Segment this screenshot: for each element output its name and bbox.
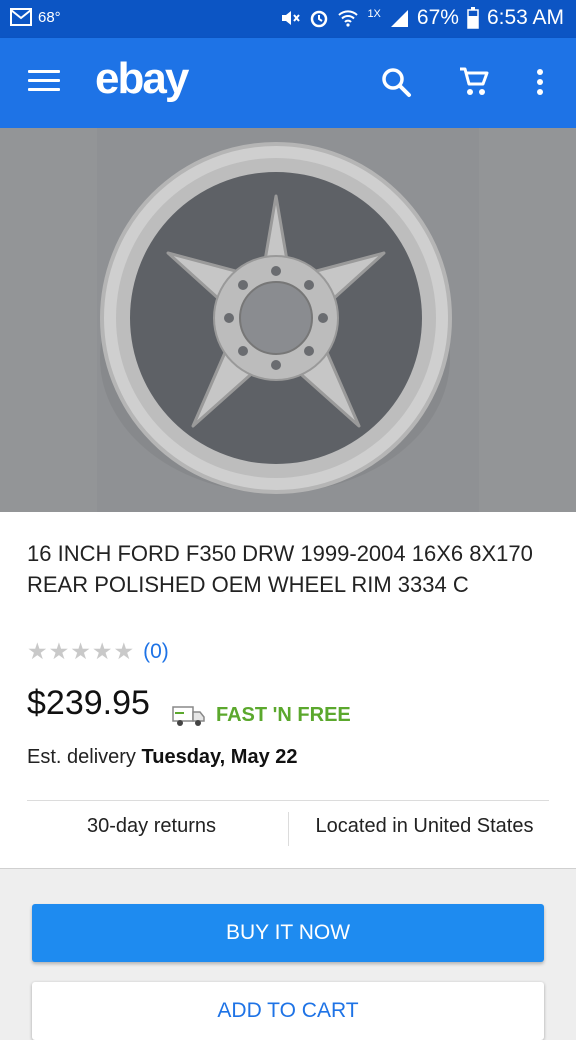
menu-icon[interactable] <box>28 70 60 96</box>
add-to-cart-button[interactable]: ADD TO CART <box>32 982 544 1040</box>
wifi-icon <box>338 10 359 27</box>
vertical-divider <box>288 812 289 846</box>
more-options-icon[interactable] <box>530 66 550 98</box>
delivery-truck-icon <box>172 706 205 726</box>
wheel-rim-image <box>97 128 479 512</box>
listing-details: 16 INCH FORD F350 DRW 1999-2004 16X6 8X1… <box>0 512 576 869</box>
product-image-gallery[interactable] <box>0 128 576 512</box>
ebay-logo[interactable]: ebay <box>95 54 189 104</box>
alarm-icon <box>311 10 328 28</box>
divider <box>27 800 549 801</box>
rating[interactable]: ★★★★★ (0) <box>27 638 169 665</box>
item-location: Located in United States <box>315 815 534 837</box>
listing-title: 16 INCH FORD F350 DRW 1999-2004 16X6 8X1… <box>27 541 533 597</box>
star-rating-icons: ★★★★★ <box>27 638 136 664</box>
returns-policy[interactable]: 30-day returns <box>27 815 276 838</box>
signal-icon <box>390 10 408 27</box>
estimated-delivery: Est. delivery Tuesday, May 22 <box>27 746 298 769</box>
temperature: 68° <box>38 8 61 26</box>
clock: 6:53 AM <box>486 6 564 29</box>
delivery-date: Tuesday, May 22 <box>141 746 298 768</box>
battery-icon <box>467 7 479 29</box>
buy-it-now-button[interactable]: BUY IT NOW <box>32 904 544 962</box>
review-count-link[interactable]: (0) <box>143 640 169 664</box>
battery-level: 67% <box>416 6 459 29</box>
email-icon <box>10 8 32 26</box>
app-bar: ebay <box>0 38 576 128</box>
shipping-badge: FAST 'N FREE <box>216 704 351 726</box>
search-icon[interactable] <box>380 66 412 98</box>
status-bar: 68° 1X 67% 6:53 AM <box>0 0 576 38</box>
cart-icon[interactable] <box>458 66 490 98</box>
product-image[interactable] <box>97 128 479 512</box>
mute-icon <box>282 11 301 25</box>
delivery-label: Est. delivery <box>27 746 136 768</box>
price: $239.95 <box>27 684 150 722</box>
network-type: 1X <box>367 8 381 20</box>
